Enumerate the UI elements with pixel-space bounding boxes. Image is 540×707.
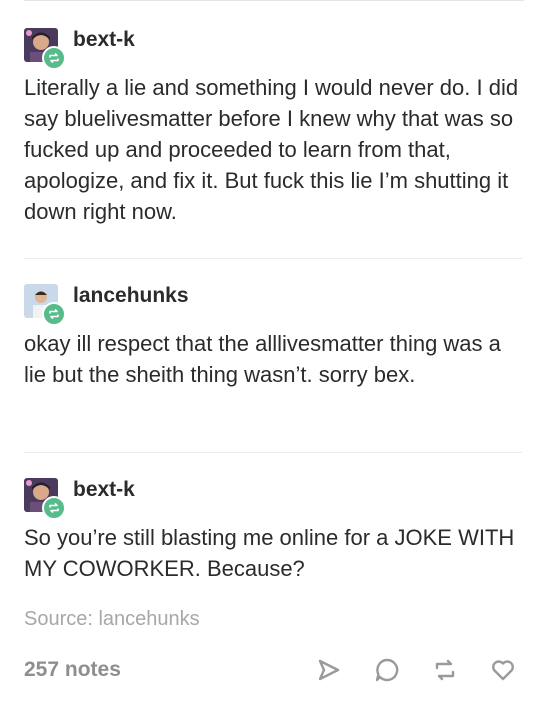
post-divider: [24, 258, 522, 259]
post-text: Literally a lie and something I would ne…: [24, 75, 519, 224]
reblog-post-1: bext-k Literally a lie and something I w…: [24, 22, 522, 227]
source-link[interactable]: Source: lancehunks: [24, 608, 200, 631]
reblog-badge-icon: [42, 302, 66, 326]
post-header: lancehunks: [24, 278, 522, 326]
reblog-icon[interactable]: [428, 653, 462, 687]
post-actions: [288, 653, 520, 687]
post-footer: 257 notes: [24, 650, 520, 690]
avatar[interactable]: [24, 284, 66, 326]
share-icon[interactable]: [312, 653, 346, 687]
avatar[interactable]: [24, 28, 66, 70]
username[interactable]: bext-k: [73, 28, 135, 52]
top-divider: [24, 0, 524, 1]
post-divider: [24, 452, 522, 453]
post-header: bext-k: [24, 22, 522, 70]
username[interactable]: bext-k: [73, 478, 135, 502]
reply-icon[interactable]: [370, 653, 404, 687]
post-header: bext-k: [24, 472, 522, 520]
username[interactable]: lancehunks: [73, 284, 189, 308]
post-text: So you’re still blasting me online for a…: [24, 525, 515, 581]
reblog-badge-icon: [42, 496, 66, 520]
like-icon[interactable]: [486, 653, 520, 687]
notes-count[interactable]: 257 notes: [24, 658, 121, 682]
reblog-badge-icon: [42, 46, 66, 70]
reblog-post-2: lancehunks okay ill respect that the all…: [24, 278, 522, 390]
avatar[interactable]: [24, 478, 66, 520]
reblog-post-3: bext-k So you’re still blasting me onlin…: [24, 472, 522, 584]
post-text: okay ill respect that the alllivesmatter…: [24, 331, 501, 387]
